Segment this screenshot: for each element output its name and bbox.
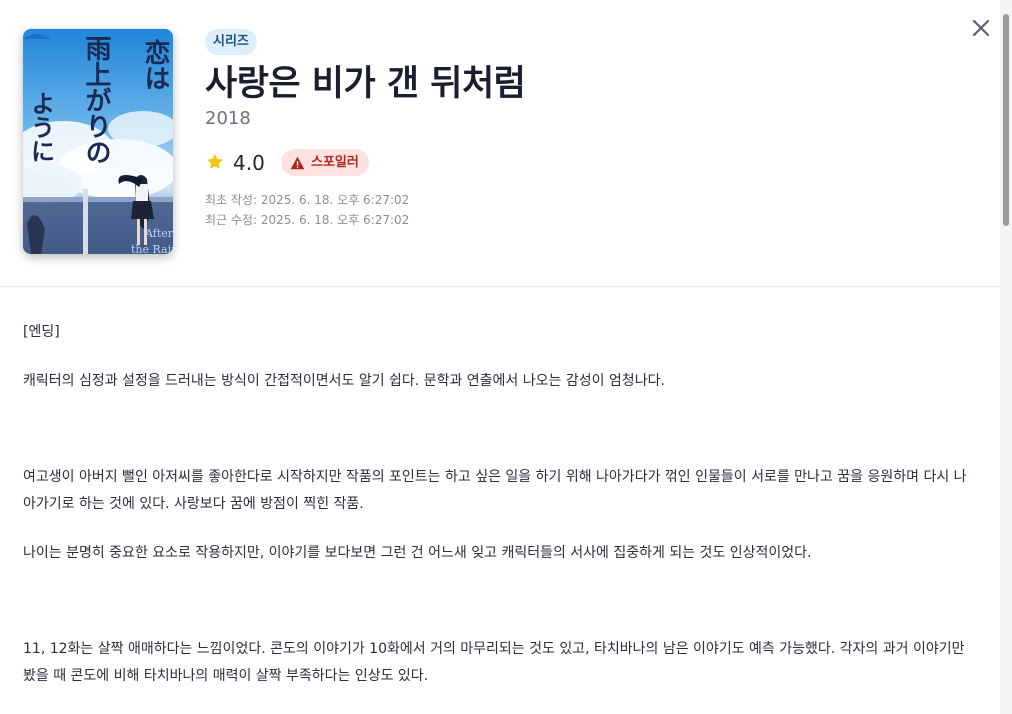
cover-english-line2: the Rain	[131, 243, 173, 254]
release-year: 2018	[205, 108, 251, 129]
cover-title-col1: 恋は	[140, 38, 170, 91]
review-paragraph: [엔딩]	[23, 324, 60, 340]
spoiler-label: 스포일러	[311, 155, 359, 170]
star-icon	[207, 153, 223, 169]
review-paragraph: 캐릭터의 심정과 설정을 드러내는 방식이 간접적이면서도 알기 쉽다. 문학과…	[23, 373, 665, 389]
rating-value: 4.0	[233, 151, 265, 175]
series-badge: 시리즈	[205, 29, 257, 55]
detail-header: 恋は 雨上がりの ように After the Rain 시리즈 사랑은 비가 갠…	[0, 0, 1000, 286]
cover-title-col3: ように	[27, 91, 56, 163]
created-timestamp: 최초 작성: 2025. 6. 18. 오후 6:27:02	[205, 193, 410, 207]
cover-image: 恋は 雨上がりの ように After the Rain	[23, 29, 173, 254]
warning-icon	[290, 156, 305, 169]
section-divider	[0, 286, 1000, 287]
close-icon[interactable]	[969, 16, 993, 40]
cover-title-col2: 雨上がりの	[81, 35, 111, 165]
updated-timestamp: 최근 수정: 2025. 6. 18. 오후 6:27:02	[205, 213, 410, 227]
scrollbar-thumb[interactable]	[1003, 14, 1009, 226]
review-paragraph: 11, 12화는 살짝 애매하다는 느낌이었다. 콘도의 이야기가 10화에서 …	[23, 641, 965, 684]
review-paragraph: 나이는 분명히 중요한 요소로 작용하지만, 이야기를 보다보면 그런 건 어느…	[23, 545, 812, 561]
review-paragraph: 여고생이 아버지 뻘인 아저씨를 좋아한다로 시작하지만 작품의 포인트는 하고…	[23, 469, 967, 512]
spoiler-badge: 스포일러	[281, 149, 369, 176]
page-title: 사랑은 비가 갠 뒤처럼	[205, 64, 526, 104]
cover-english-line1: After	[144, 227, 173, 240]
scrollbar[interactable]	[1000, 0, 1012, 714]
